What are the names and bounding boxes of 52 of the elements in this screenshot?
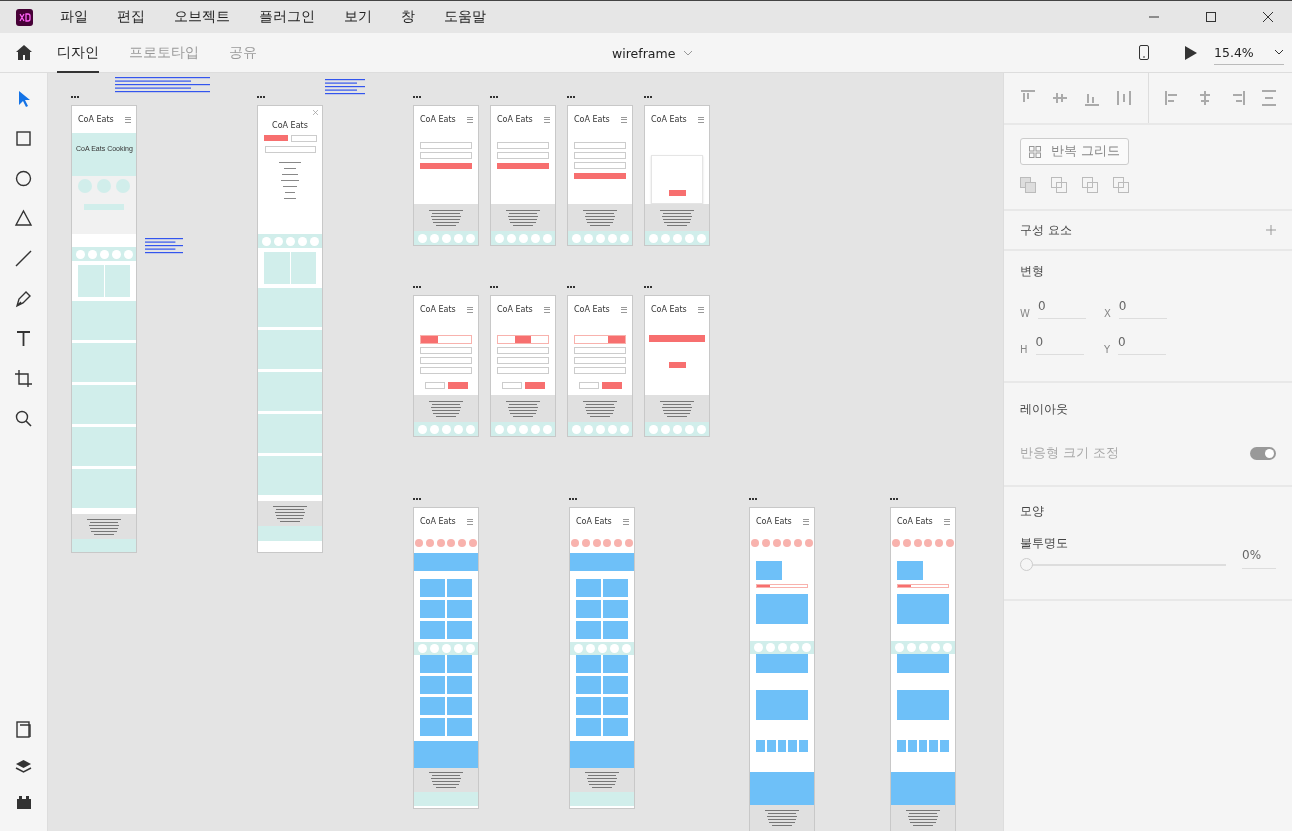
app-title: CoA Eats — [272, 121, 308, 130]
app-title: CoA Eats — [574, 305, 610, 314]
artboard[interactable]: CoA Eats — [567, 295, 633, 437]
menu-item[interactable]: 보기 — [344, 8, 372, 26]
app-title: CoA Eats — [574, 115, 610, 124]
field-label: W — [1020, 308, 1030, 319]
repeat-grid-button[interactable]: 반복 그리드 — [1020, 138, 1129, 165]
menu-item[interactable]: 플러그인 — [259, 8, 315, 26]
artboard[interactable]: CoA Eats — [644, 295, 710, 437]
section-title: 레이아웃 — [1020, 400, 1068, 418]
artboard[interactable]: CoA Eats — [644, 105, 710, 246]
app-title: CoA Eats — [78, 115, 114, 124]
field-label: Y — [1104, 344, 1111, 355]
app-title: CoA Eats — [420, 305, 456, 314]
artboard[interactable]: CoA Eats — [413, 105, 479, 246]
app-title: CoA Eats — [576, 517, 612, 526]
field-label: H — [1020, 344, 1028, 355]
artboard[interactable]: CoA Eats — [749, 507, 815, 831]
app-title: CoA Eats — [651, 115, 687, 124]
menu-item[interactable]: 파일 — [60, 8, 88, 26]
menu-item[interactable]: 오브젝트 — [174, 8, 230, 26]
app-title: CoA Eats — [497, 115, 533, 124]
number-field[interactable]: 0 — [1037, 293, 1086, 319]
section-title: 모양 — [1020, 502, 1044, 520]
menu-item[interactable]: 창 — [401, 8, 415, 26]
app-title: CoA Eats — [420, 115, 456, 124]
section-title: 구성 요소 — [1020, 221, 1072, 239]
toggle-label: 반응형 크기 조정 — [1020, 444, 1120, 462]
app-title: CoA Eats — [497, 305, 533, 314]
opacity-value[interactable]: 0% — [1242, 540, 1276, 569]
artboard[interactable]: CoA Eats — [567, 105, 633, 246]
slider-label: 불투명도 — [1020, 535, 1069, 552]
artboard[interactable]: CoA Eats — [490, 295, 556, 437]
app-title: CoA Eats — [756, 517, 792, 526]
app-title: CoA Eats — [651, 305, 687, 314]
menu-item[interactable]: 도움말 — [444, 8, 486, 26]
app-title: CoA Eats — [897, 517, 933, 526]
artboard[interactable]: CoA Eats — [413, 507, 479, 809]
number-field[interactable]: 0 — [1118, 329, 1167, 355]
artboard[interactable]: CoA Eats — [890, 507, 956, 831]
artboard[interactable]: CoA Eats — [569, 507, 635, 809]
artboard[interactable]: CoA Eats — [490, 105, 556, 246]
section-title: 변형 — [1020, 262, 1044, 280]
menu-item[interactable]: 편집 — [117, 8, 145, 26]
number-field[interactable]: 0 — [1035, 329, 1084, 355]
field-label: X — [1104, 308, 1111, 319]
app-title: CoA Eats — [420, 517, 456, 526]
document-title[interactable]: wireframe — [612, 33, 694, 73]
artboard[interactable]: CoA Eats — [257, 105, 323, 553]
zoom-field[interactable]: 15.4% — [1214, 40, 1284, 65]
artboard[interactable]: CoA Eats — [413, 295, 479, 437]
number-field[interactable]: 0 — [1118, 293, 1167, 319]
